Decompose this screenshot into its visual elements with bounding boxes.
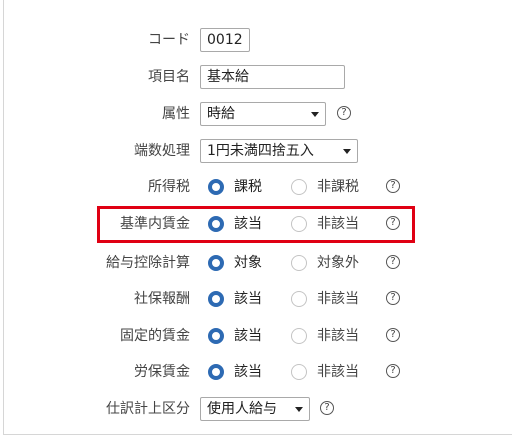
radio-selected-icon (208, 255, 224, 271)
attribute-select[interactable]: 時給 (200, 102, 326, 126)
rounding-select[interactable]: 1円未満四捨五入 (200, 139, 358, 163)
radio-selected-icon (208, 328, 224, 344)
chevron-down-icon (311, 112, 319, 117)
social-insurance-row: 社保報酬 該当 非該当 ? (4, 285, 512, 313)
radio-unselected-icon (291, 328, 307, 344)
item-name-field[interactable]: 基本給 (200, 65, 345, 89)
item-name-label: 項目名 (148, 69, 190, 85)
help-icon[interactable]: ? (386, 364, 400, 378)
highlight-box (97, 206, 415, 243)
account-category-label: 仕訳計上区分 (106, 401, 190, 417)
code-field[interactable]: 0012 (200, 28, 250, 52)
help-icon[interactable]: ? (337, 106, 351, 120)
income-tax-row: 所得税 課税 非課税 ? (4, 173, 512, 201)
attribute-row: 属性 時給 ? (4, 100, 512, 128)
account-category-select[interactable]: 使用人給与 (200, 397, 310, 421)
deduction-calc-label: 給与控除計算 (106, 255, 190, 271)
labor-insurance-row: 労保賃金 該当 非該当 ? (4, 358, 512, 386)
chevron-down-icon (295, 407, 303, 412)
radio-label: 課税 (234, 179, 262, 195)
radio-label: 非該当 (317, 328, 359, 344)
chevron-down-icon (343, 149, 351, 154)
rounding-label: 端数処理 (134, 143, 190, 159)
radio-selected-icon (208, 291, 224, 307)
fixed-wage-row: 固定的賃金 該当 非該当 ? (4, 322, 512, 350)
radio-label: 対象 (234, 255, 262, 271)
attribute-label: 属性 (162, 106, 190, 122)
account-category-value: 使用人給与 (207, 401, 277, 417)
help-icon[interactable]: ? (386, 179, 400, 193)
radio-label: 非該当 (317, 291, 359, 307)
radio-selected-icon (208, 179, 224, 195)
social-insurance-label: 社保報酬 (134, 291, 190, 307)
help-icon[interactable]: ? (386, 255, 400, 269)
rounding-row: 端数処理 1円未満四捨五入 (4, 137, 512, 165)
radio-unselected-icon (291, 291, 307, 307)
radio-unselected-icon (291, 255, 307, 271)
radio-label: 非該当 (317, 364, 359, 380)
income-tax-label: 所得税 (148, 179, 190, 195)
radio-label: 該当 (234, 328, 262, 344)
radio-selected-icon (208, 364, 224, 380)
item-name-row: 項目名 基本給 (4, 63, 512, 91)
help-icon[interactable]: ? (386, 328, 400, 342)
help-icon[interactable]: ? (320, 401, 334, 415)
fixed-wage-label: 固定的賃金 (120, 328, 190, 344)
radio-label: 非課税 (317, 179, 359, 195)
account-category-row: 仕訳計上区分 使用人給与 ? (4, 395, 512, 423)
radio-label: 該当 (234, 291, 262, 307)
deduction-calc-row: 給与控除計算 対象 対象外 ? (4, 249, 512, 277)
help-icon[interactable]: ? (386, 291, 400, 305)
labor-insurance-label: 労保賃金 (134, 364, 190, 380)
code-row: コード 0012 (4, 26, 512, 54)
radio-unselected-icon (291, 179, 307, 195)
radio-label: 該当 (234, 364, 262, 380)
radio-unselected-icon (291, 364, 307, 380)
attribute-value: 時給 (207, 106, 235, 122)
rounding-value: 1円未満四捨五入 (207, 143, 314, 159)
radio-label: 対象外 (317, 255, 359, 271)
code-label: コード (148, 32, 190, 48)
